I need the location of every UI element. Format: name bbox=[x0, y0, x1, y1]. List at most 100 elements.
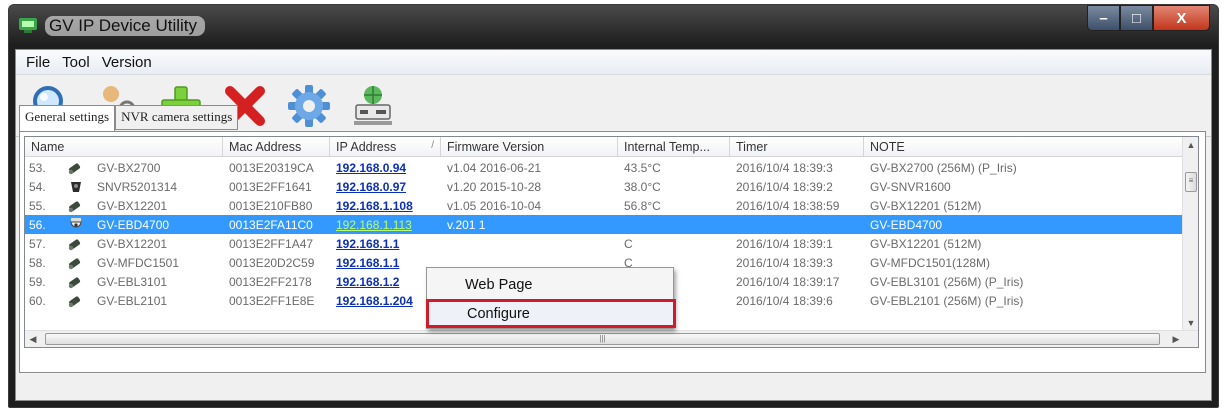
column-timer[interactable]: Timer bbox=[730, 137, 864, 156]
ip-address: 192.168.1.113 bbox=[330, 218, 441, 232]
internal-temp: C bbox=[624, 236, 633, 251]
column-internal-temp[interactable]: Internal Temp... bbox=[618, 137, 730, 156]
horizontal-scroll-thumb[interactable]: ||| bbox=[45, 333, 1160, 345]
column-firmware-version[interactable]: Firmware Version bbox=[441, 137, 618, 156]
note: GV-EBD4700 bbox=[870, 217, 943, 232]
ip-address-link[interactable]: 192.168.1.1 bbox=[336, 237, 399, 251]
table-row[interactable]: 57. GV-BX12201 0013E2FF1A47 192.168.1.1 C 201… bbox=[25, 234, 1184, 253]
column-ip-address[interactable]: IP Address / bbox=[330, 137, 441, 156]
ip-address-link[interactable]: 192.168.1.204 bbox=[336, 294, 413, 308]
row-index: 60. bbox=[29, 293, 46, 308]
tab-nvr-camera-settings[interactable]: NVR camera settings bbox=[115, 105, 239, 130]
camera-icon bbox=[61, 274, 91, 290]
timer: 2016/10/4 18:39:6 bbox=[736, 293, 833, 308]
note: GV-SNVR1600 bbox=[870, 179, 951, 194]
mac-address: 0013E20D2C59 bbox=[229, 255, 315, 270]
internal-temp: 38.0°C bbox=[624, 179, 661, 194]
tab-strip: General settings NVR camera settings bbox=[19, 105, 239, 132]
minimize-button[interactable]: – bbox=[1087, 5, 1120, 31]
mac-address: 0013E2FF1641 bbox=[229, 179, 312, 194]
camera-icon bbox=[61, 160, 91, 176]
note: GV-BX12201 (512M) bbox=[870, 198, 982, 213]
context-menu: Web Page Configure bbox=[426, 267, 676, 329]
firmware-version: v.201 1 bbox=[447, 217, 486, 232]
row-index: 54. bbox=[29, 179, 46, 194]
ip-address-link[interactable]: 192.168.1.1 bbox=[336, 256, 399, 270]
internal-temp: 43.5°C bbox=[624, 160, 661, 175]
camera-icon bbox=[61, 293, 91, 309]
vertical-scroll-thumb[interactable]: ≡ bbox=[1185, 172, 1197, 192]
context-menu-configure[interactable]: Configure bbox=[426, 299, 676, 328]
timer: 2016/10/4 18:39:3 bbox=[736, 160, 833, 175]
maximize-button[interactable]: □ bbox=[1120, 5, 1153, 31]
menu-file[interactable]: File bbox=[20, 54, 56, 71]
horizontal-scrollbar[interactable]: ◀ ||| ▶ bbox=[25, 330, 1198, 347]
tab-general-settings[interactable]: General settings bbox=[19, 105, 116, 132]
table-row[interactable]: 53. GV-BX2700 0013E20319CA 192.168.0.94 v1.0… bbox=[25, 158, 1184, 177]
ip-address: 192.168.0.97 bbox=[330, 180, 441, 194]
ip-address-link[interactable]: 192.168.0.94 bbox=[336, 161, 406, 175]
scroll-right-arrow-icon[interactable]: ▶ bbox=[1168, 331, 1184, 347]
ip-address: 192.168.1.2 bbox=[330, 275, 441, 289]
scroll-down-arrow-icon[interactable]: ▼ bbox=[1183, 315, 1198, 331]
app-window: GV IP Device Utility – □ X File Tool Ver… bbox=[8, 4, 1219, 408]
timer: 2016/10/4 18:39:3 bbox=[736, 255, 833, 270]
row-index: 58. bbox=[29, 255, 46, 270]
window-controls: – □ X bbox=[1087, 5, 1210, 31]
firmware-version: v1.20 2015-10-28 bbox=[447, 179, 542, 194]
camera-icon bbox=[61, 255, 91, 271]
app-logo-icon bbox=[19, 18, 37, 33]
device-name: GV-BX12201 bbox=[97, 198, 168, 213]
ip-address: 192.168.1.204 bbox=[330, 294, 441, 308]
ip-address-link[interactable]: 192.168.1.2 bbox=[336, 275, 399, 289]
table-row[interactable]: 54. SNVR5201314 0013E2FF1641 192.168.0.97 v1… bbox=[25, 177, 1184, 196]
scroll-up-arrow-icon[interactable]: ▲ bbox=[1183, 137, 1198, 153]
menu-version[interactable]: Version bbox=[96, 54, 158, 71]
column-name[interactable]: Name bbox=[25, 137, 223, 156]
tab-panel: Name Mac Address IP Address / Firmware V… bbox=[19, 131, 1206, 373]
device-name: GV-BX12201 bbox=[97, 236, 168, 251]
device-name: GV-EBL2101 bbox=[97, 293, 168, 308]
table-header: Name Mac Address IP Address / Firmware V… bbox=[25, 137, 1184, 157]
ip-address-link[interactable]: 192.168.1.113 bbox=[336, 218, 412, 232]
device-name: GV-EBL3101 bbox=[97, 274, 168, 289]
ip-address-link[interactable]: 192.168.0.97 bbox=[336, 180, 406, 194]
note: GV-EBL2101 (256M) (P_Iris) bbox=[870, 293, 1024, 308]
column-note[interactable]: NOTE bbox=[864, 137, 1184, 156]
title-bar[interactable]: GV IP Device Utility – □ X bbox=[9, 5, 1218, 49]
timer: 2016/10/4 18:39:1 bbox=[736, 236, 833, 251]
mac-address: 0013E2FF1E8E bbox=[229, 293, 315, 308]
firmware-version: v1.05 2016-10-04 bbox=[447, 198, 542, 213]
internal-temp: 56.8°C bbox=[624, 198, 661, 213]
settings-button[interactable] bbox=[282, 79, 336, 133]
ip-address: 192.168.0.94 bbox=[330, 161, 441, 175]
mac-address: 0013E20319CA bbox=[229, 160, 314, 175]
note: GV-EBL3101 (256M) (P_Iris) bbox=[870, 274, 1024, 289]
ip-address: 192.168.1.108 bbox=[330, 199, 441, 213]
column-ip-address-label: IP Address bbox=[336, 140, 397, 154]
ip-address-link[interactable]: 192.168.1.108 bbox=[336, 199, 413, 213]
network-device-button[interactable] bbox=[346, 79, 400, 133]
mac-address: 0013E2FF1A47 bbox=[229, 236, 314, 251]
table-row[interactable]: 56. GV-EBD4700 0013E2FA11C0 192.168.1.113 v.… bbox=[25, 215, 1184, 234]
column-mac-address[interactable]: Mac Address bbox=[223, 137, 330, 156]
mac-address: 0013E210FB80 bbox=[229, 198, 313, 213]
row-index: 59. bbox=[29, 274, 46, 289]
firmware-version: v1.04 2016-06-21 bbox=[447, 160, 542, 175]
ip-address: 192.168.1.1 bbox=[330, 256, 441, 270]
menu-bar: File Tool Version bbox=[16, 50, 1211, 75]
timer: 2016/10/4 18:39:17 bbox=[736, 274, 840, 289]
vertical-scrollbar[interactable]: ▲ ≡ ▼ bbox=[1182, 137, 1198, 331]
note: GV-BX12201 (512M) bbox=[870, 236, 982, 251]
scroll-left-arrow-icon[interactable]: ◀ bbox=[25, 331, 41, 347]
table-row[interactable]: 55. GV-BX12201 0013E210FB80 192.168.1.108 v1… bbox=[25, 196, 1184, 215]
context-menu-web-page[interactable]: Web Page bbox=[427, 271, 673, 299]
menu-tool[interactable]: Tool bbox=[56, 54, 96, 71]
close-button[interactable]: X bbox=[1153, 5, 1210, 31]
row-index: 55. bbox=[29, 198, 46, 213]
nvr-icon bbox=[61, 179, 91, 195]
camera-icon bbox=[61, 198, 91, 214]
settings-gear-icon bbox=[288, 84, 330, 127]
timer: 2016/10/4 18:39:2 bbox=[736, 179, 833, 194]
ip-address: 192.168.1.1 bbox=[330, 237, 441, 251]
